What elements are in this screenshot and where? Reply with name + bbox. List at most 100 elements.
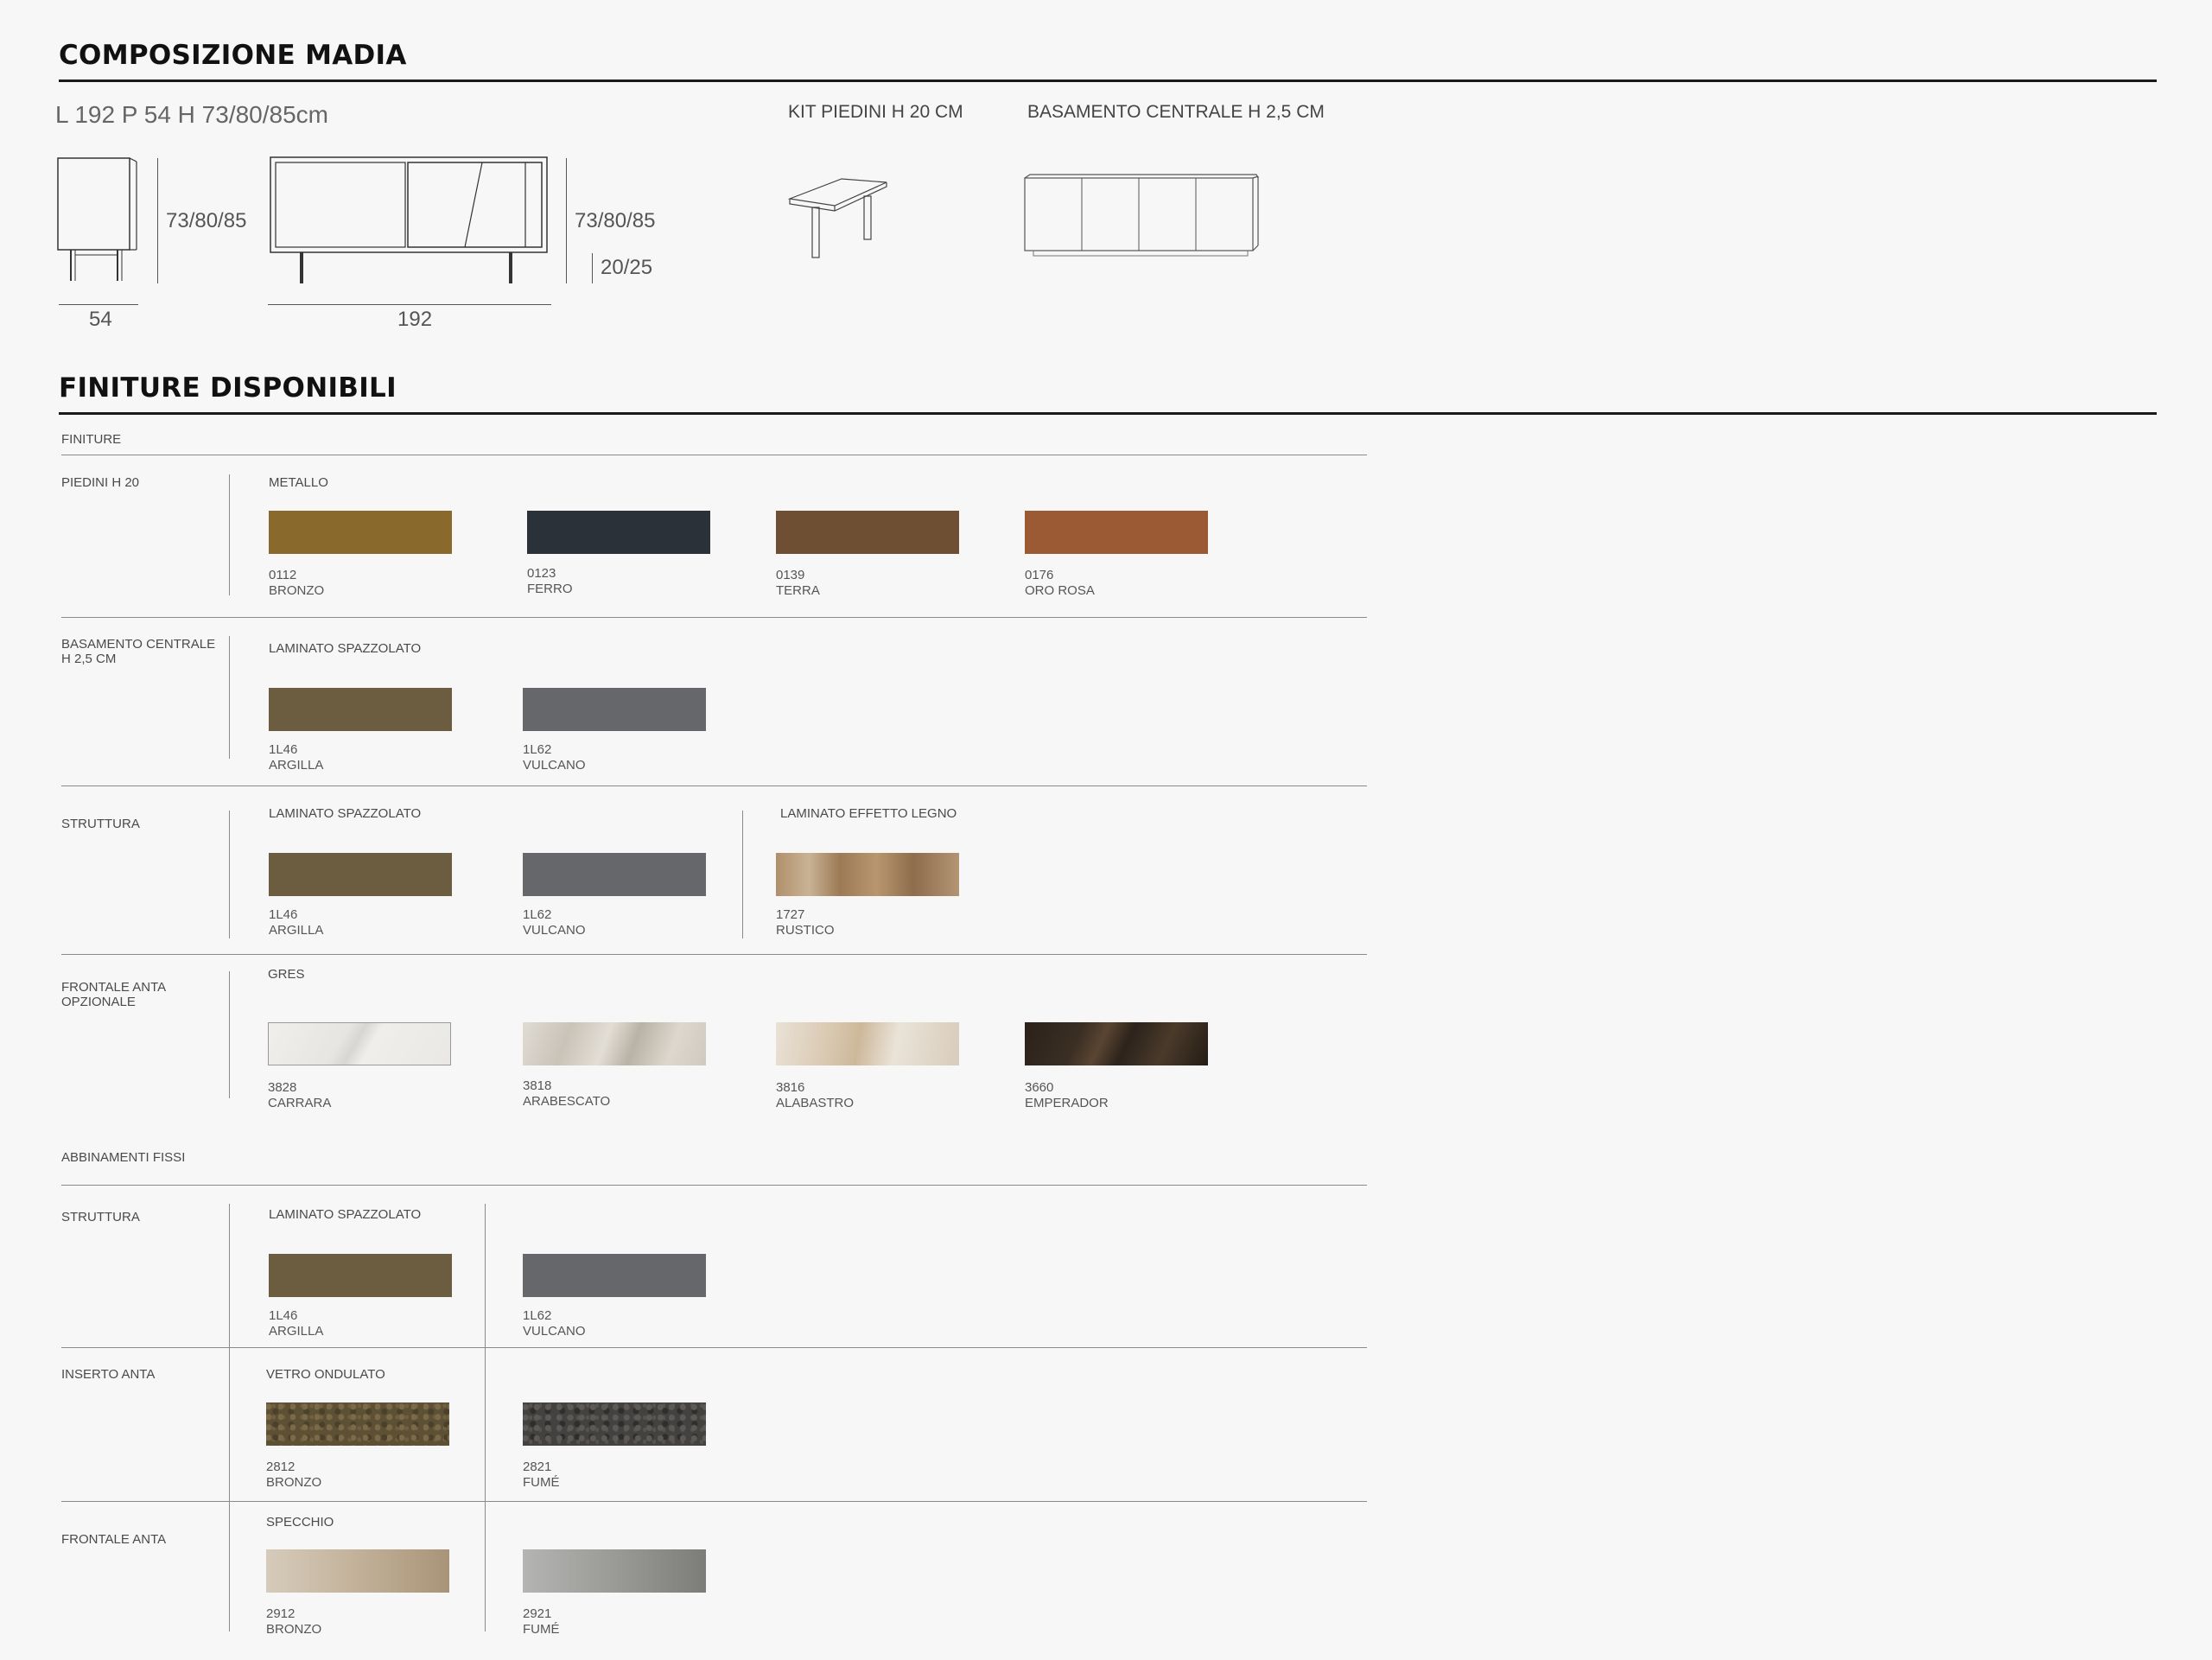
depth-dimension-line xyxy=(59,304,138,305)
height-dimension-line-front xyxy=(566,158,567,283)
swatch-name: VULCANO xyxy=(523,923,586,938)
swatch-caption: 0176 ORO ROSA xyxy=(1025,568,1095,599)
swatch-2821 xyxy=(523,1402,706,1446)
swatch-name: RUSTICO xyxy=(776,923,835,938)
swatch-code: 0123 xyxy=(527,566,556,581)
column-divider xyxy=(229,811,230,938)
feet-height-label: 20/25 xyxy=(601,256,653,279)
swatch-name: FUMÉ xyxy=(523,1475,560,1490)
front-view-drawing xyxy=(270,156,548,283)
basamento-centrale-label: BASAMENTO CENTRALE H 2,5 CM xyxy=(1027,102,1325,122)
row-label-frontale-opzionale: FRONTALE ANTA OPZIONALE xyxy=(61,980,166,1009)
swatch-code: 0112 xyxy=(269,568,297,582)
swatch-name: BRONZO xyxy=(266,1622,322,1637)
swatch-0123 xyxy=(527,511,710,554)
swatch-caption: 1L46 ARGILLA xyxy=(269,742,323,773)
swatch-caption: 0123 FERRO xyxy=(527,566,573,597)
swatch-caption: 1L46 ARGILLA xyxy=(269,1308,323,1339)
swatch-code: 2912 xyxy=(266,1606,296,1621)
row-label-struttura: STRUTTURA xyxy=(61,817,140,831)
swatch-caption: 1L62 VULCANO xyxy=(523,907,586,938)
swatch-code: 1L62 xyxy=(523,742,552,757)
swatch-3818 xyxy=(523,1022,706,1065)
row-label-line: BASAMENTO CENTRALE xyxy=(61,637,216,652)
dimensions-text: L 192 P 54 H 73/80/85cm xyxy=(55,101,328,128)
swatch-code: 1L46 xyxy=(269,907,298,922)
swatch-name: VULCANO xyxy=(523,1324,586,1339)
row-divider xyxy=(61,785,1367,786)
swatch-1l62 xyxy=(523,688,706,731)
section-title-finiture: FINITURE DISPONIBILI xyxy=(59,372,397,404)
swatch-0112 xyxy=(269,511,452,554)
swatch-name: ARGILLA xyxy=(269,923,324,938)
depth-label: 54 xyxy=(89,308,112,331)
swatch-caption: 0112 BRONZO xyxy=(269,568,324,599)
swatch-1l46 xyxy=(269,688,452,731)
feet-dimension-line xyxy=(592,253,593,283)
column-divider xyxy=(229,474,230,595)
swatch-3660 xyxy=(1025,1022,1208,1065)
swatch-code: 1L62 xyxy=(523,1308,552,1323)
swatch-name: TERRA xyxy=(776,583,820,598)
row-divider xyxy=(61,1185,1367,1186)
swatch-code: 1L46 xyxy=(269,1308,298,1323)
material-label: LAMINATO SPAZZOLATO xyxy=(269,1207,422,1222)
swatch-1l46 xyxy=(269,853,452,896)
swatch-code: 1L46 xyxy=(269,742,298,757)
row-divider xyxy=(61,1501,1367,1502)
swatch-1l46 xyxy=(269,1254,452,1297)
swatch-code: 2821 xyxy=(523,1460,552,1474)
swatch-code: 3660 xyxy=(1025,1080,1054,1095)
swatch-1727 xyxy=(776,853,959,896)
height-label-side: 73/80/85 xyxy=(166,209,247,232)
swatch-name: VULCANO xyxy=(523,758,586,773)
row-label-basamento: BASAMENTO CENTRALE H 2,5 CM xyxy=(61,637,215,666)
swatch-code: 2921 xyxy=(523,1606,552,1621)
column-divider xyxy=(229,971,230,1098)
swatch-caption: 2912 BRONZO xyxy=(266,1606,321,1638)
swatch-name: ALABASTRO xyxy=(776,1096,855,1110)
height-label-front: 73/80/85 xyxy=(575,209,656,232)
swatch-name: CARRARA xyxy=(268,1096,332,1110)
material-label-2: LAMINATO EFFETTO LEGNO xyxy=(780,806,957,821)
width-dimension-line xyxy=(268,304,551,305)
section-title-composizione: COMPOSIZIONE MADIA xyxy=(59,40,407,71)
swatch-code: 0139 xyxy=(776,568,805,582)
row-label-piedini: PIEDINI H 20 xyxy=(61,475,140,490)
column-divider xyxy=(229,636,230,759)
column-divider xyxy=(485,1204,486,1631)
swatch-name: FERRO xyxy=(527,582,573,596)
swatch-caption: 2821 FUMÉ xyxy=(523,1460,560,1491)
material-label: LAMINATO SPAZZOLATO xyxy=(269,641,422,656)
swatch-1l62 xyxy=(523,1254,706,1297)
swatch-caption: 1L62 VULCANO xyxy=(523,742,586,773)
basamento-centrale-drawing xyxy=(1024,174,1259,257)
kit-piedini-drawing xyxy=(787,178,887,258)
swatch-name: ARABESCATO xyxy=(523,1094,611,1109)
row-label-line: FRONTALE ANTA xyxy=(61,980,167,995)
width-label: 192 xyxy=(397,308,433,331)
swatch-caption: 1727 RUSTICO xyxy=(776,907,835,938)
section-divider xyxy=(59,412,2157,415)
row-label-inserto: INSERTO ANTA xyxy=(61,1367,156,1382)
swatch-code: 3818 xyxy=(523,1078,552,1093)
swatch-code: 1727 xyxy=(776,907,805,922)
material-label: LAMINATO SPAZZOLATO xyxy=(269,806,422,821)
swatch-caption: 1L46 ARGILLA xyxy=(269,907,323,938)
height-dimension-line xyxy=(157,158,158,283)
swatch-caption: 3660 EMPERADOR xyxy=(1025,1080,1109,1111)
swatch-caption: 0139 TERRA xyxy=(776,568,820,599)
swatch-2921 xyxy=(523,1549,706,1593)
swatch-name: EMPERADOR xyxy=(1025,1096,1109,1110)
swatch-code: 2812 xyxy=(266,1460,296,1474)
swatch-3816 xyxy=(776,1022,959,1065)
swatch-2912 xyxy=(266,1549,449,1593)
swatch-0139 xyxy=(776,511,959,554)
material-label: SPECCHIO xyxy=(266,1515,334,1530)
swatch-2812 xyxy=(266,1402,449,1446)
swatch-caption: 3818 ARABESCATO xyxy=(523,1078,610,1110)
row-label-frontale: FRONTALE ANTA xyxy=(61,1532,167,1547)
swatch-name: BRONZO xyxy=(266,1475,322,1490)
swatch-1l62 xyxy=(523,853,706,896)
row-label-struttura-fissa: STRUTTURA xyxy=(61,1210,140,1224)
